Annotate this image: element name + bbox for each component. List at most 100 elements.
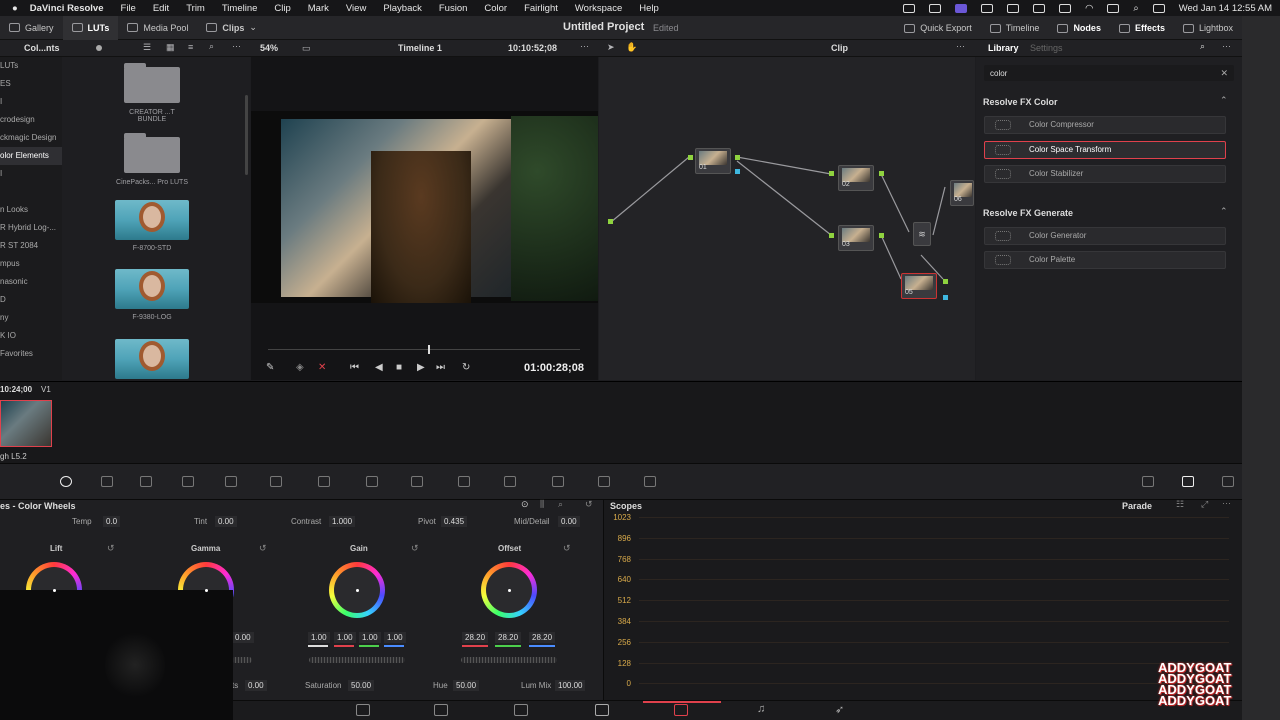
more-options-icon[interactable]: ··· (232, 41, 241, 51)
play-icon[interactable]: ▶ (417, 362, 425, 373)
sort-icon[interactable]: ☰ (143, 42, 151, 53)
more-options-icon[interactable]: ··· (580, 41, 589, 51)
nodes-button[interactable]: Nodes (1048, 16, 1110, 40)
search-icon[interactable]: ⌕ (1200, 41, 1205, 52)
lut-thumbnail[interactable]: F-9380-LOG (115, 269, 189, 321)
viewer-mode-icon[interactable]: ▭ (302, 43, 311, 54)
edit-page-icon[interactable] (514, 704, 528, 716)
reset-icon[interactable]: ↺ (411, 543, 419, 554)
menu-file[interactable]: File (121, 3, 136, 14)
screen-record-icon[interactable] (955, 3, 968, 13)
menu-fusion[interactable]: Fusion (439, 3, 468, 14)
reset-icon[interactable]: ↺ (259, 543, 267, 554)
lut-thumbnail[interactable] (115, 339, 189, 379)
info-icon[interactable] (1222, 476, 1234, 487)
camera-raw-icon[interactable] (101, 476, 113, 487)
chevron-up-icon[interactable]: ⌃ (1220, 95, 1228, 106)
zoom-level[interactable]: 54% (260, 43, 278, 53)
gain-r-value[interactable]: 1.00 (334, 632, 356, 643)
gallery-button[interactable]: Gallery (0, 16, 63, 40)
lightbox-icon[interactable] (1142, 476, 1154, 487)
gamma-master-wheel[interactable] (232, 657, 252, 663)
lut-category[interactable]: nasonic (0, 273, 62, 291)
list-view-icon[interactable]: ≡ (188, 42, 193, 52)
timeline-clip[interactable] (0, 400, 52, 447)
contrast-value[interactable]: 1.000 (329, 516, 356, 527)
input-pin[interactable] (608, 219, 613, 224)
fx-color-space-transform[interactable]: Color Space Transform (984, 141, 1226, 159)
offset-wheel[interactable] (481, 562, 537, 618)
window-icon[interactable] (411, 476, 423, 487)
node-mode-dropdown[interactable]: Clip (831, 43, 848, 53)
eyedropper-icon[interactable]: ✎ (266, 362, 274, 373)
lut-category[interactable]: K IO (0, 327, 62, 345)
lut-category[interactable]: D (0, 291, 62, 309)
lut-category[interactable]: I (0, 165, 62, 183)
pointer-icon[interactable]: ➤ (607, 42, 615, 53)
lut-category[interactable]: R ST 2084 (0, 237, 62, 255)
control-center-icon[interactable] (1152, 3, 1165, 13)
media-page-icon[interactable] (356, 704, 370, 716)
more-options-icon[interactable]: ··· (956, 41, 965, 51)
tab-settings[interactable]: Settings (1030, 43, 1063, 53)
color-page-icon[interactable] (674, 704, 688, 716)
lut-category[interactable]: n Looks (0, 201, 62, 219)
bars-mode-icon[interactable]: ⫼ (540, 499, 544, 510)
offset-g-value[interactable]: 28.20 (495, 632, 522, 643)
sizing-icon[interactable] (644, 476, 656, 487)
last-frame-icon[interactable]: ⏭ (436, 362, 445, 373)
play-reverse-icon[interactable]: ◀ (375, 362, 383, 373)
menu-timeline[interactable]: Timeline (222, 3, 258, 14)
reset-icon[interactable]: ↺ (107, 543, 115, 554)
section-resolve-fx-generate[interactable]: Resolve FX Generate (983, 208, 1073, 218)
middetail-value[interactable]: 0.00 (558, 516, 580, 527)
color-warper-icon[interactable] (270, 476, 282, 487)
reset-icon[interactable]: ↺ (563, 543, 571, 554)
more-options-icon[interactable]: ··· (1222, 498, 1231, 508)
fx-color-generator[interactable]: Color Generator (984, 227, 1226, 245)
viewer-frame[interactable] (251, 111, 598, 303)
fx-color-compressor[interactable]: Color Compressor (984, 116, 1226, 134)
lut-folder[interactable]: CinePacks... Pro LUTS (115, 133, 189, 186)
eyedropper-icon[interactable] (366, 476, 378, 487)
gain-b-value[interactable]: 1.00 (384, 632, 406, 643)
search-icon[interactable]: ⌕ (1133, 3, 1138, 14)
search-icon[interactable]: ⌕ (209, 41, 214, 52)
fx-color-palette[interactable]: Color Palette (984, 251, 1226, 269)
battery-icon[interactable] (1107, 3, 1120, 13)
playhead[interactable] (428, 345, 430, 354)
expand-icon[interactable]: ⤢ (1201, 499, 1208, 510)
fusion-page-icon[interactable] (595, 704, 609, 716)
node-06[interactable]: 06 (950, 180, 974, 206)
zoom-icon[interactable]: ⌕ (558, 499, 563, 510)
lut-folder[interactable]: CREATOR ...T BUNDLE (115, 63, 189, 123)
magic-mask-icon[interactable] (504, 476, 516, 487)
clips-button[interactable]: Clips ⌄ (197, 16, 266, 40)
hand-icon[interactable]: ✋ (626, 42, 637, 53)
apple-icon[interactable]: ● (12, 3, 18, 14)
app-menu[interactable]: DaVinci Resolve (30, 3, 104, 14)
tint-value[interactable]: 0.00 (215, 516, 237, 527)
lut-category[interactable]: crodesign (0, 111, 62, 129)
qualifier-icon[interactable] (318, 476, 330, 487)
quick-export-button[interactable]: Quick Export (895, 16, 981, 40)
menu-playback[interactable]: Playback (383, 3, 422, 14)
scopes-icon[interactable] (1182, 476, 1194, 487)
hue-value[interactable]: 50.00 (453, 680, 480, 691)
bottom-first-value[interactable]: 0.00 (245, 680, 267, 691)
section-resolve-fx-color[interactable]: Resolve FX Color (983, 97, 1058, 107)
fairlight-page-icon[interactable]: ♫ (757, 703, 765, 715)
node-05[interactable]: 05 (901, 273, 937, 299)
menu-fairlight[interactable]: Fairlight (524, 3, 558, 14)
media-pool-button[interactable]: Media Pool (118, 16, 197, 40)
lut-category[interactable]: R Hybrid Log-... (0, 219, 62, 237)
lut-category[interactable]: mpus (0, 255, 62, 273)
clear-search-icon[interactable]: ✕ (1220, 68, 1228, 79)
thumb-size-slider[interactable] (96, 45, 102, 51)
gain-master-wheel[interactable] (309, 657, 405, 663)
key-icon[interactable] (598, 476, 610, 487)
node-01[interactable]: 01 (695, 148, 731, 174)
menubar-clock[interactable]: Wed Jan 14 12:55 AM (1179, 3, 1272, 14)
lut-thumbnail[interactable]: F-8700-STD (115, 200, 189, 252)
menu-workspace[interactable]: Workspace (575, 3, 622, 14)
